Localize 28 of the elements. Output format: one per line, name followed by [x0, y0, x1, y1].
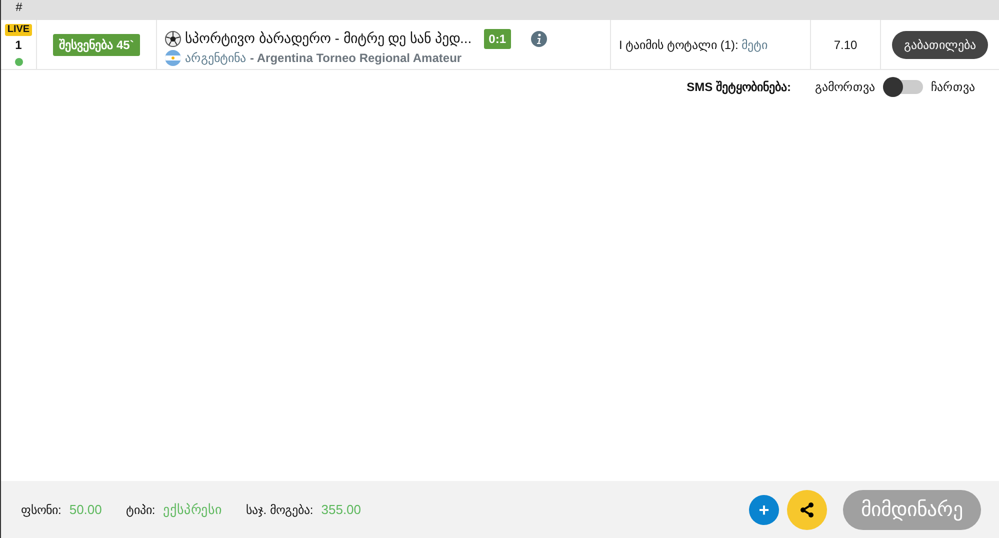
off-label: გამორთვა	[815, 79, 875, 96]
stake-value: 50.00	[69, 500, 102, 519]
odds-value: 7.10	[834, 36, 858, 54]
win-label: საჯ. მოგება:	[246, 502, 314, 518]
type-label: ტიპი:	[126, 502, 156, 518]
type-value: ექსპრესი	[163, 500, 222, 520]
live-badge: LIVE	[5, 24, 32, 36]
market-text: I ტაიმის ტოტალი (1): მეტი	[619, 36, 768, 54]
add-button[interactable]: +	[749, 494, 779, 524]
score-badge: 0:1	[484, 28, 512, 48]
share-icon	[799, 502, 815, 518]
row-number: 1	[15, 36, 22, 54]
country-link[interactable]: არგენტინა	[185, 49, 246, 67]
stake-label: ფსონი:	[21, 502, 62, 518]
toggle-switch[interactable]	[883, 80, 923, 94]
match-status-badge: შესვენება 45`	[53, 34, 140, 56]
current-button[interactable]: მიმდინარე	[843, 490, 981, 530]
league-name: - Argentina Torneo Regional Amateur	[250, 50, 462, 67]
flag-icon	[165, 50, 181, 66]
win-value: 355.00	[321, 500, 362, 519]
soccer-ball-icon	[165, 30, 181, 46]
event-name: სპორტივო ბარადერო - მიტრე დე სან პედ...	[185, 29, 472, 48]
info-icon[interactable]	[531, 30, 548, 46]
column-header: #	[16, 0, 22, 14]
sms-label: SMS შეტყობინება:	[686, 79, 791, 96]
on-label: ჩართვა	[931, 79, 975, 96]
cancel-button[interactable]: გაბათილება	[892, 30, 988, 58]
share-button[interactable]	[787, 490, 827, 530]
